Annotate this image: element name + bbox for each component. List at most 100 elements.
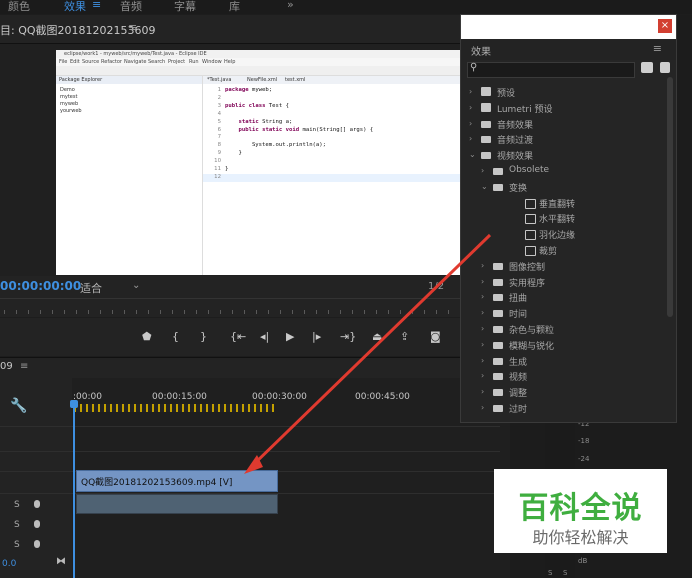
effects-tree-item[interactable]: 羽化边缘 [461,227,661,243]
mic-icon[interactable] [34,520,40,528]
workspace-tab-captions[interactable]: 字幕 [174,0,196,14]
chevron-right-icon[interactable]: › [481,166,484,175]
effects-tree-item[interactable]: › 调整 [461,385,661,401]
workspace-menu-icon[interactable]: ≡ [92,0,101,11]
ruler-tick [172,310,173,314]
chevron-right-icon[interactable]: › [469,103,472,112]
effects-tree-item-label: 调整 [509,389,528,400]
chevron-right-icon[interactable]: › [481,340,484,349]
fit-select[interactable]: 适合 [80,280,102,296]
effects-tree-item[interactable]: › 视频 [461,369,661,385]
effects-panel-titlebar[interactable]: × [461,15,676,39]
workspace-tab-libraries[interactable]: 库 [229,0,240,14]
timeline-menu-icon[interactable]: ≡ [20,361,28,372]
effects-menu-icon[interactable]: ≡ [653,42,662,55]
effects-tree-item[interactable]: 垂直翻转 [461,196,661,212]
play-icon[interactable]: ▶ [286,330,294,343]
effects-tree-item[interactable]: › 模糊与锐化 [461,338,661,354]
zoom-handle-icon[interactable]: ⧓ [56,556,66,567]
eclipse-menu-window: Window [202,59,222,65]
accelerated-effects-icon[interactable] [641,62,653,73]
chevron-right-icon[interactable]: › [469,87,472,96]
step-forward-icon[interactable]: |▸ [312,330,321,343]
effects-tree-item[interactable]: ⌄ 视频效果 [461,148,661,164]
chevron-right-icon[interactable]: › [481,277,484,286]
ruler-tick [40,310,41,314]
effects-tree-item[interactable]: › 图像控制 [461,259,661,275]
ruler-tick [136,310,137,314]
go-to-in-icon[interactable]: {⇤ [230,330,246,343]
effect-icon [525,214,536,225]
wrench-icon[interactable]: 🔧 [10,398,27,414]
folder-icon [481,136,491,144]
effects-tree-item[interactable]: › 时间 [461,306,661,322]
chevron-right-icon[interactable]: › [469,119,472,128]
program-monitor-ruler[interactable] [0,298,465,317]
audio-clip[interactable] [76,494,278,514]
program-timecode[interactable]: 00:00:00:00 [0,279,81,293]
close-icon[interactable]: × [658,19,672,33]
go-to-out-icon[interactable]: ⇥} [340,330,356,343]
add-marker-icon[interactable]: ⬟ [142,330,152,343]
workspace-tab-audio[interactable]: 音频 [120,0,142,14]
effects-scrollbar[interactable] [667,77,673,317]
effects-tree-item[interactable]: › Lumetri 预设 [461,101,661,117]
effects-tree-item[interactable]: › 音频效果 [461,117,661,133]
effects-tree-item[interactable]: 裁剪 [461,243,661,259]
program-monitor-menu-icon[interactable]: ≡ [128,21,137,34]
effects-tree-item[interactable]: › 预设 [461,85,661,101]
chevron-down-icon[interactable]: ⌄ [481,182,488,191]
code-line: package myweb; [225,87,273,93]
chevron-right-icon[interactable]: › [481,308,484,317]
step-back-icon[interactable]: ◂| [260,330,269,343]
solo-toggle[interactable]: S [14,520,20,530]
playhead[interactable] [73,404,75,578]
chevron-down-icon[interactable]: ⌄ [469,150,476,159]
extract-icon[interactable]: ⇪ [400,330,409,343]
work-area-bar[interactable] [74,404,274,412]
effects-tree-item[interactable]: › 音频过渡 [461,132,661,148]
mic-icon[interactable] [34,500,40,508]
meter-solo[interactable]: S [563,569,567,577]
lift-icon[interactable]: ⏏ [372,330,382,343]
effects-tree-item[interactable]: › 生成 [461,354,661,370]
workspace-more-icon[interactable]: » [287,0,294,11]
chevron-right-icon[interactable]: › [481,403,484,412]
chevron-right-icon[interactable]: › [481,261,484,270]
workspace-tab-effects[interactable]: 效果 [64,0,86,14]
solo-toggle[interactable]: S [14,540,20,550]
playhead-handle[interactable] [70,400,78,408]
video-clip[interactable]: QQ截图20181202153609.mp4 [V] [76,470,278,492]
chevron-right-icon[interactable]: › [481,371,484,380]
effects-tree-item[interactable]: 水平翻转 [461,211,661,227]
code-line: public class Test { [225,102,290,109]
chevron-down-icon[interactable]: ⌄ [132,280,140,291]
effects-tree-item[interactable]: › 杂色与颗粒 [461,322,661,338]
effects-tree-item-label: 音频效果 [497,120,534,131]
chevron-right-icon[interactable]: › [469,134,472,143]
mark-in-icon[interactable]: { [172,330,179,343]
chevron-right-icon[interactable]: › [481,292,484,301]
resolution-select[interactable]: 1/2 [428,281,444,292]
ruler-tick [196,310,197,314]
mic-icon[interactable] [34,540,40,548]
ruler-tick [100,310,101,314]
line-number: 5 [217,118,221,125]
folder-icon [493,326,503,333]
effects-tree-item[interactable]: ⌄ 变换 [461,180,661,196]
volume-value[interactable]: 0.0 [2,559,16,569]
mark-out-icon[interactable]: } [200,330,207,343]
effects-search-input[interactable]: ⚲ [467,62,635,78]
camera-icon[interactable]: ◙ [430,330,441,343]
effects-tree-item[interactable]: › Obsolete [461,164,661,180]
effects-tree-item[interactable]: › 过时 [461,401,661,417]
chevron-right-icon[interactable]: › [481,356,484,365]
meter-solo[interactable]: S [548,569,552,577]
effects-tree-item[interactable]: › 扭曲 [461,290,661,306]
workspace-tab-color[interactable]: 颜色 [8,0,30,14]
chevron-right-icon[interactable]: › [481,324,484,333]
solo-toggle[interactable]: S [14,500,20,510]
effects-tree-item[interactable]: › 实用程序 [461,275,661,291]
chevron-right-icon[interactable]: › [481,387,484,396]
32bit-effects-icon[interactable] [660,62,670,73]
